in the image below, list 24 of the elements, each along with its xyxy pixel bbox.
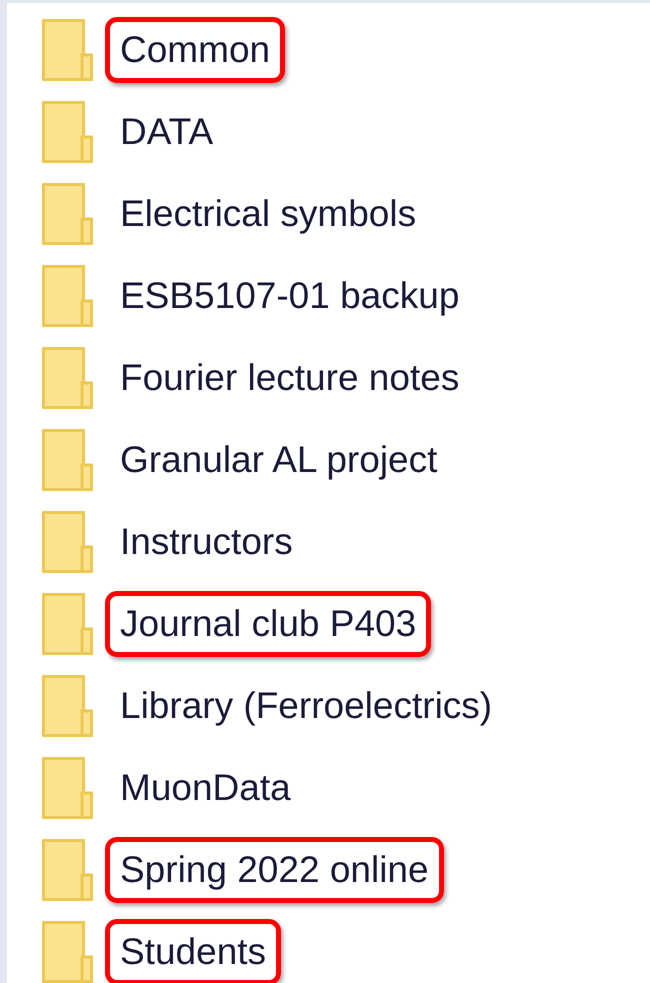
folder-icon xyxy=(42,19,93,81)
folder-name[interactable]: MuonData xyxy=(105,755,306,821)
folder-icon xyxy=(42,265,93,327)
folder-name[interactable]: Electrical symbols xyxy=(105,181,432,247)
folder-name[interactable]: Fourier lecture notes xyxy=(105,345,474,411)
folder-name[interactable]: Students xyxy=(105,919,282,983)
folder-icon xyxy=(42,675,93,737)
folder-icon xyxy=(42,101,93,163)
folder-name[interactable]: Instructors xyxy=(105,509,308,575)
folder-icon xyxy=(42,839,93,901)
folder-icon xyxy=(42,429,93,491)
folder-name[interactable]: Spring 2022 online xyxy=(105,837,444,903)
folder-name[interactable]: ESB5107-01 backup xyxy=(105,263,474,329)
folder-name[interactable]: DATA xyxy=(105,99,228,165)
folder-icon xyxy=(42,921,93,983)
folder-icon xyxy=(42,183,93,245)
folder-icon xyxy=(42,757,93,819)
folder-name[interactable]: Library (Ferroelectrics) xyxy=(105,673,508,739)
folder-icon xyxy=(42,511,93,573)
folder-icon xyxy=(42,347,93,409)
folder-name[interactable]: Common xyxy=(105,17,286,83)
folder-name[interactable]: Journal club P403 xyxy=(105,591,432,657)
folder-icon xyxy=(42,593,93,655)
folder-name[interactable]: Granular AL project xyxy=(105,427,452,493)
